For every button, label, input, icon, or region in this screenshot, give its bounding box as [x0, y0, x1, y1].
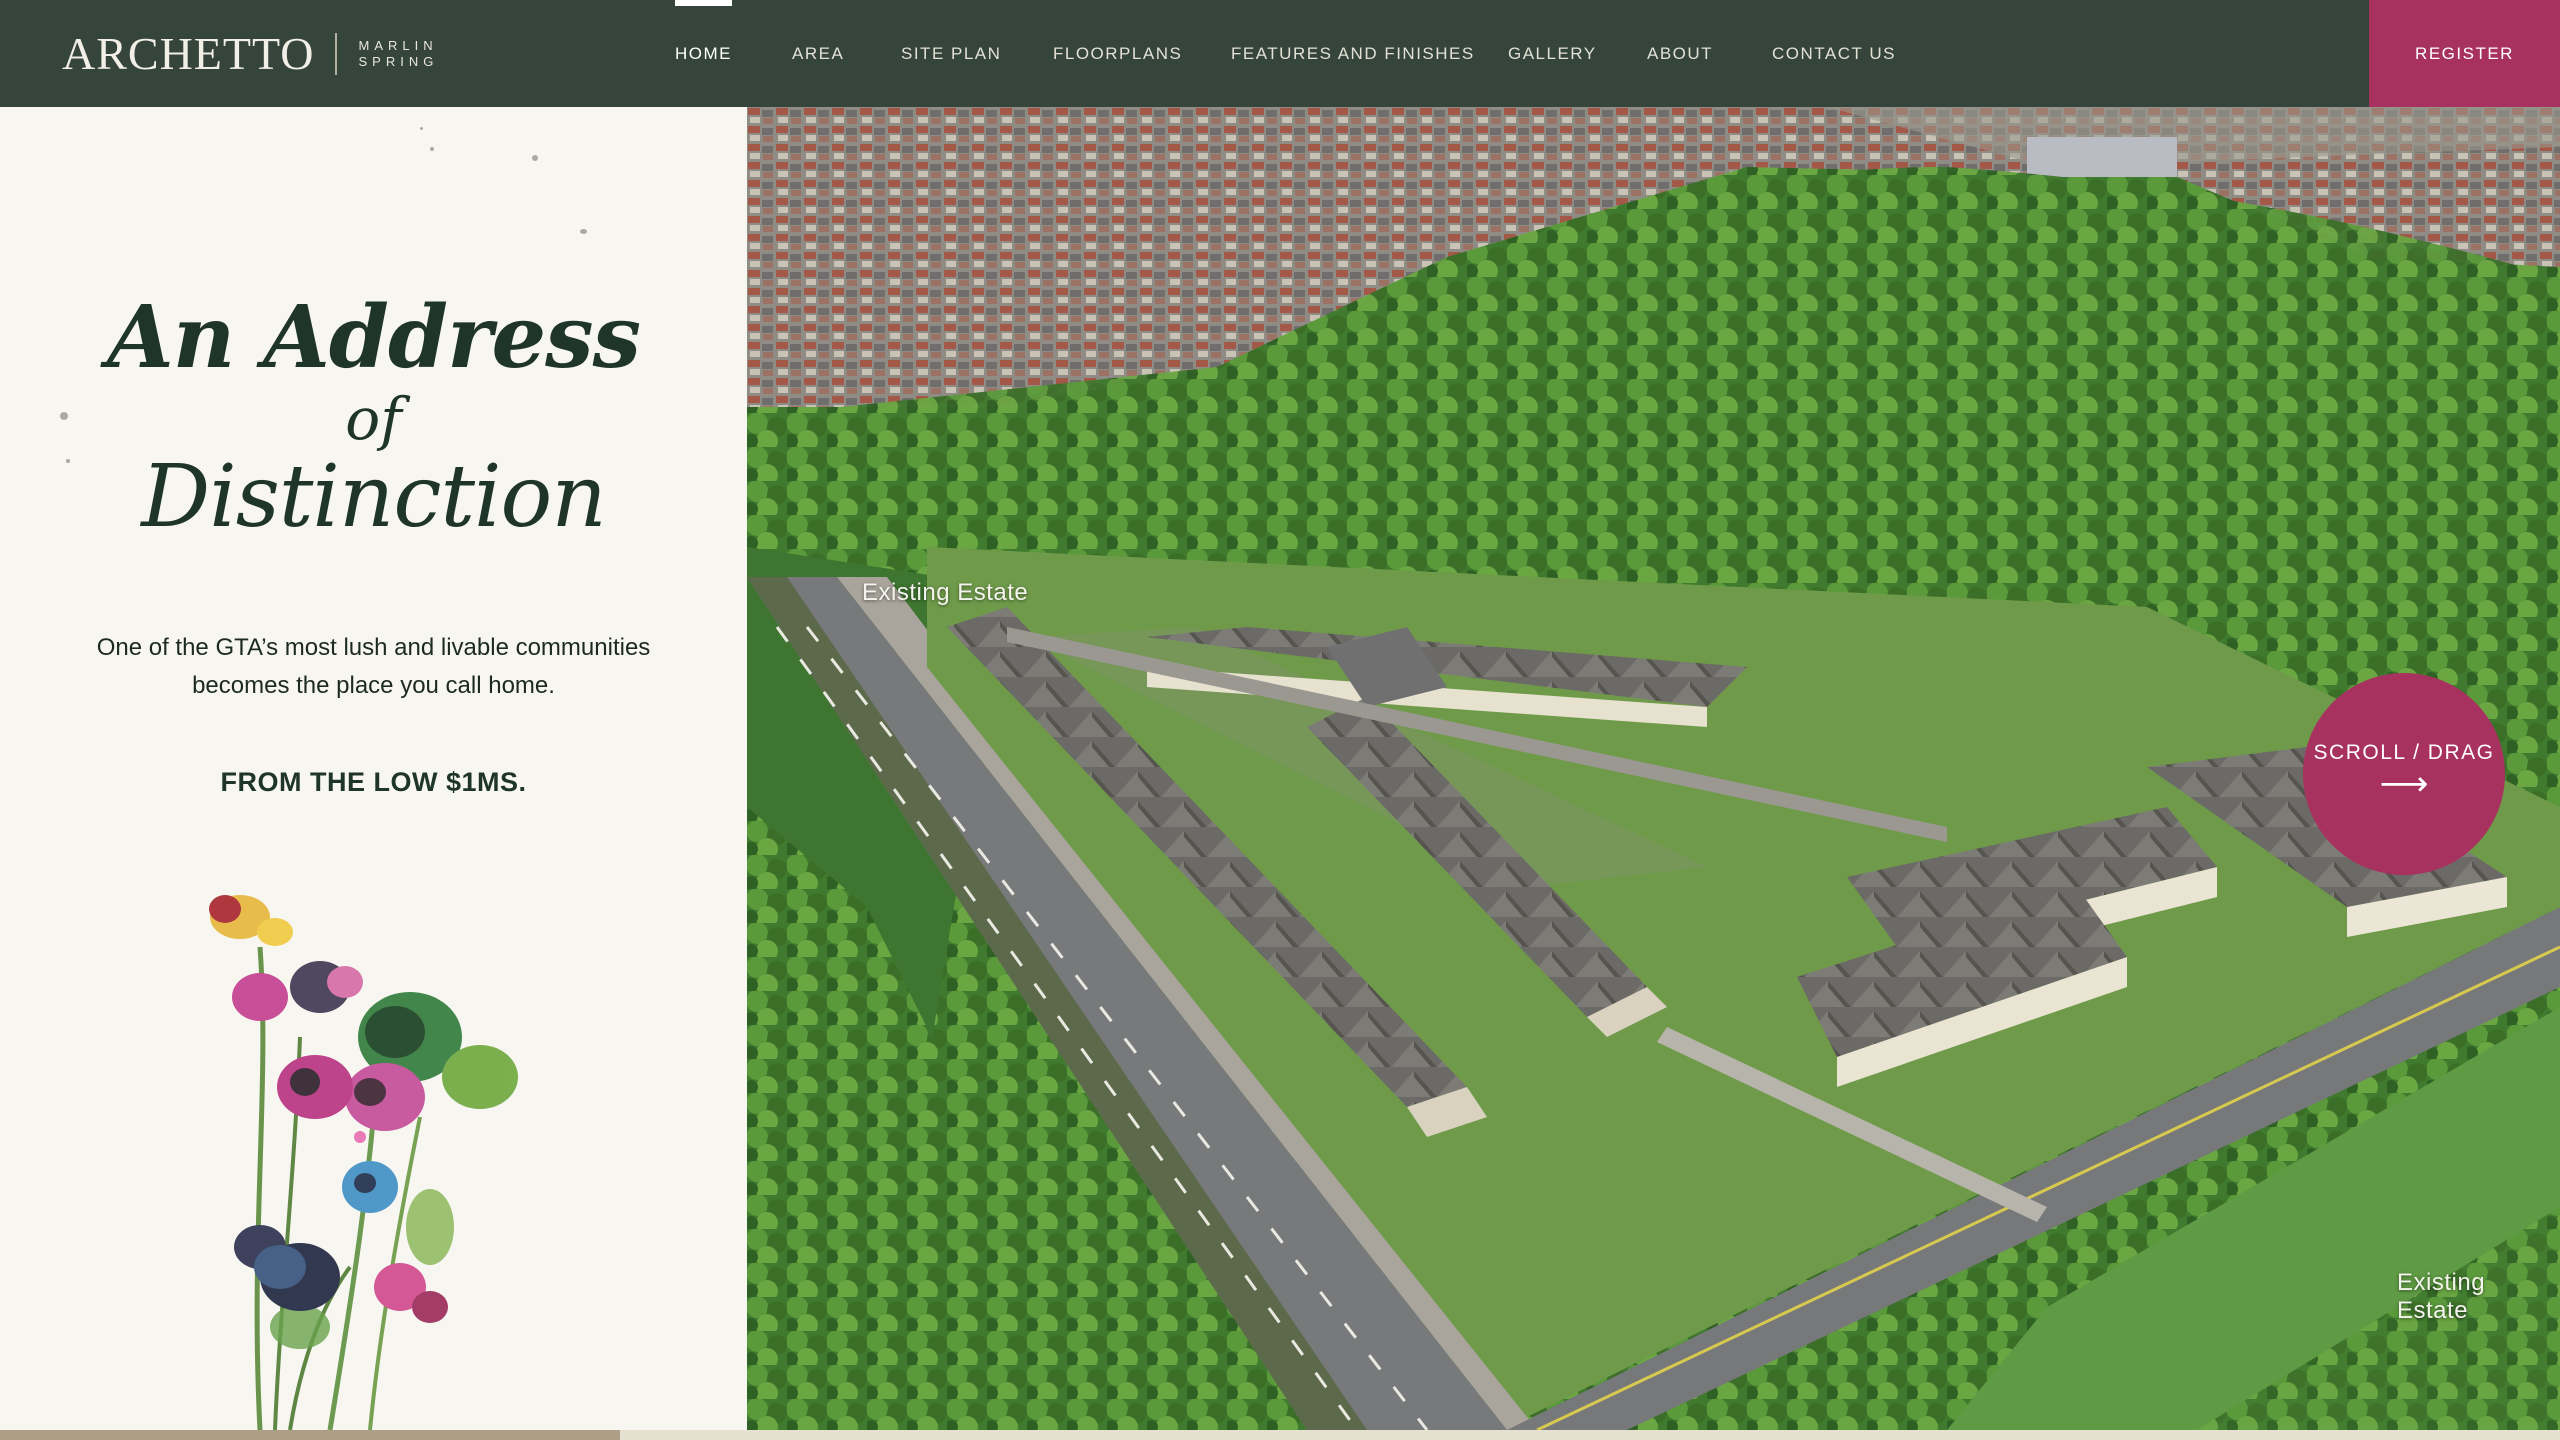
headline-line-2: of: [345, 385, 402, 453]
carousel-progress-track[interactable]: [0, 1430, 2560, 1440]
nav-about[interactable]: ABOUT: [1647, 0, 1713, 107]
main-nav: HOME AREA SITE PLAN FLOORPLANS FEATURES …: [0, 0, 2560, 107]
headline-line-3: Distinction: [141, 447, 606, 547]
site-header: ARCHETTO MARLIN SPRING HOME AREA SITE PL…: [0, 0, 2560, 107]
paper-speck: [532, 155, 538, 161]
nav-area[interactable]: AREA: [792, 0, 844, 107]
nav-site-plan[interactable]: SITE PLAN: [901, 0, 1001, 107]
carousel-progress-fill: [0, 1430, 620, 1440]
nav-floorplans[interactable]: FLOORPLANS: [1053, 0, 1182, 107]
aerial-rendering[interactable]: Existing Estate Existing Estate: [747, 107, 2560, 1430]
intro-panel: An Address of Distinction One of the GTA…: [0, 107, 747, 1430]
paper-speck: [580, 229, 587, 234]
nav-gallery[interactable]: GALLERY: [1508, 0, 1597, 107]
scroll-drag-button[interactable]: SCROLL / DRAG ⟶: [2303, 673, 2505, 875]
register-button[interactable]: REGISTER: [2369, 0, 2560, 107]
nav-home[interactable]: HOME: [675, 0, 732, 107]
headline-line-1: An Address: [106, 287, 641, 388]
nav-features-and-finishes[interactable]: FEATURES AND FINISHES: [1231, 0, 1475, 107]
intro-text: One of the GTA’s most lush and livable c…: [96, 634, 651, 699]
scroll-drag-label: SCROLL / DRAG: [2313, 741, 2495, 764]
estate-label-right: Existing Estate: [2397, 1269, 2486, 1324]
price-text: FROM THE LOW $1MS.: [220, 767, 527, 797]
watercolor-flowers-illustration: [209, 895, 518, 1430]
nav-contact-us[interactable]: CONTACT US: [1772, 0, 1896, 107]
aerial-image: [747, 107, 2560, 1430]
estate-label-left: Existing Estate: [862, 579, 1029, 606]
paper-speck: [430, 147, 434, 151]
paper-speck: [420, 127, 423, 130]
arrow-right-icon: ⟶: [2379, 765, 2429, 803]
